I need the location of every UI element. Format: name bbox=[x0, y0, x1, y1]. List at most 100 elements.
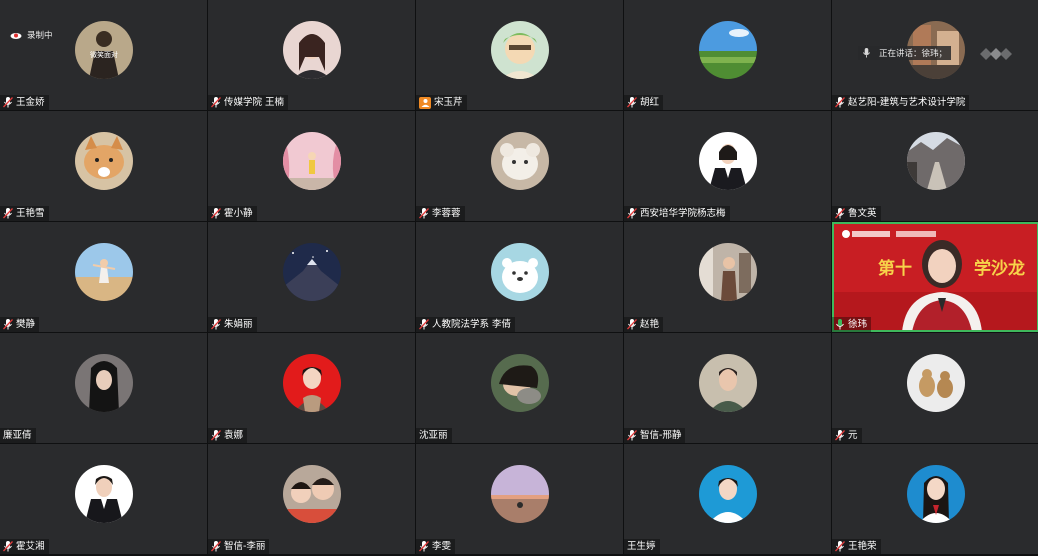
participant-tile-16[interactable]: 廉亚倩 bbox=[0, 333, 207, 443]
avatar bbox=[282, 353, 341, 412]
participant-name: 霍小静 bbox=[224, 208, 253, 219]
participant-name: 李蓉蓉 bbox=[432, 208, 461, 219]
mic-muted-icon bbox=[627, 97, 637, 108]
participant-tile-6[interactable]: 王艳雪 bbox=[0, 111, 207, 221]
participant-name-bar: 王艳雪 bbox=[0, 206, 49, 221]
participant-name: 西安培华学院杨志梅 bbox=[640, 208, 726, 219]
mic-muted-icon bbox=[627, 208, 637, 219]
participant-tile-14[interactable]: 赵艳 bbox=[624, 222, 831, 332]
participant-name: 赵艺阳-建筑与艺术设计学院 bbox=[848, 97, 966, 108]
mic-muted-icon bbox=[211, 97, 221, 108]
avatar bbox=[490, 131, 549, 190]
participant-name: 胡红 bbox=[640, 97, 660, 108]
mic-muted-icon bbox=[211, 541, 221, 552]
avatar bbox=[490, 464, 549, 523]
participant-name: 王生婷 bbox=[627, 541, 656, 552]
participant-name-bar: 霍小静 bbox=[208, 206, 257, 221]
participant-name: 智信-李丽 bbox=[224, 541, 266, 552]
mic-muted-icon bbox=[419, 319, 429, 330]
participant-name: 智信-邢静 bbox=[640, 430, 682, 441]
mic-muted-icon bbox=[627, 319, 637, 330]
participant-name-bar: 李雯 bbox=[416, 539, 456, 554]
participant-tile-9[interactable]: 西安培华学院杨志梅 bbox=[624, 111, 831, 221]
avatar: 微笑面对 bbox=[74, 20, 133, 79]
participant-name-bar: 人教院法学系 李倩 bbox=[416, 317, 516, 332]
participant-tile-17[interactable]: 袁娜 bbox=[208, 333, 415, 443]
participant-tile-15-video[interactable]: 第十 学沙龙 徐玮 bbox=[832, 222, 1038, 332]
avatar bbox=[282, 464, 341, 523]
participant-tile-8[interactable]: 李蓉蓉 bbox=[416, 111, 623, 221]
participant-name: 赵艳 bbox=[640, 319, 660, 330]
participant-name-bar: 朱娟丽 bbox=[208, 317, 257, 332]
speaking-label: 正在讲话：徐玮； bbox=[879, 49, 948, 59]
mic-muted-icon bbox=[835, 541, 845, 552]
participant-name-bar: 廉亚倩 bbox=[0, 428, 36, 443]
avatar bbox=[282, 131, 341, 190]
participant-name: 樊静 bbox=[16, 319, 36, 330]
avatar bbox=[906, 131, 965, 190]
participant-name: 人教院法学系 李倩 bbox=[432, 319, 512, 330]
participant-tile-1[interactable]: 微笑面对 王金娇 bbox=[0, 0, 207, 110]
avatar bbox=[74, 353, 133, 412]
participant-tile-12[interactable]: 朱娟丽 bbox=[208, 222, 415, 332]
mic-muted-icon bbox=[3, 97, 13, 108]
mic-muted-icon bbox=[627, 430, 637, 441]
participant-tile-3[interactable]: 宋玉芹 bbox=[416, 0, 623, 110]
mic-muted-icon bbox=[3, 319, 13, 330]
participant-tile-23[interactable]: 李雯 bbox=[416, 444, 623, 554]
avatar bbox=[282, 20, 341, 79]
participant-name: 元 bbox=[848, 430, 858, 441]
mic-muted-icon bbox=[3, 541, 13, 552]
avatar bbox=[74, 242, 133, 301]
host-icon bbox=[419, 96, 431, 109]
participant-name: 传媒学院 王楠 bbox=[224, 97, 285, 108]
avatar bbox=[74, 464, 133, 523]
participant-tile-19[interactable]: 智信-邢静 bbox=[624, 333, 831, 443]
participant-name: 霍艾湘 bbox=[16, 541, 45, 552]
participant-grid: 微笑面对 王金娇 传媒学院 王楠 宋玉芹 胡红 赵艺阳-建筑与艺术设计学院 王艳… bbox=[0, 0, 1038, 556]
avatar bbox=[490, 20, 549, 79]
mic-muted-icon bbox=[835, 97, 845, 108]
participant-name-bar: 鲁文英 bbox=[832, 206, 881, 221]
participant-name-bar: 智信-邢静 bbox=[624, 428, 686, 443]
mic-muted-icon bbox=[211, 208, 221, 219]
avatar bbox=[698, 20, 757, 79]
mic-muted-icon bbox=[211, 319, 221, 330]
recording-indicator[interactable]: 录制中 bbox=[10, 29, 53, 41]
participant-tile-20[interactable]: 元 bbox=[832, 333, 1038, 443]
participant-name-bar: 王金娇 bbox=[0, 95, 49, 110]
avatar bbox=[906, 353, 965, 412]
participant-tile-24[interactable]: 王生婷 bbox=[624, 444, 831, 554]
participant-tile-13[interactable]: 人教院法学系 李倩 bbox=[416, 222, 623, 332]
participant-name-bar: 李蓉蓉 bbox=[416, 206, 465, 221]
participant-tile-7[interactable]: 霍小静 bbox=[208, 111, 415, 221]
participant-tile-21[interactable]: 霍艾湘 bbox=[0, 444, 207, 554]
participant-tile-25[interactable]: 王艳荣 bbox=[832, 444, 1038, 554]
app-logo-icon bbox=[980, 46, 1012, 65]
mic-muted-icon bbox=[835, 430, 845, 441]
avatar bbox=[698, 242, 757, 301]
recording-cloud-icon bbox=[10, 33, 22, 39]
participant-tile-4[interactable]: 胡红 bbox=[624, 0, 831, 110]
avatar bbox=[490, 242, 549, 301]
banner-text-right: 学沙龙 bbox=[974, 258, 1025, 279]
participant-name-bar: 元 bbox=[832, 428, 862, 443]
recording-label: 录制中 bbox=[27, 31, 53, 41]
participant-name-bar: 传媒学院 王楠 bbox=[208, 95, 289, 110]
participant-tile-22[interactable]: 智信-李丽 bbox=[208, 444, 415, 554]
participant-tile-11[interactable]: 樊静 bbox=[0, 222, 207, 332]
participant-tile-18[interactable]: 沈亚丽 bbox=[416, 333, 623, 443]
participant-name-bar: 樊静 bbox=[0, 317, 40, 332]
avatar bbox=[698, 464, 757, 523]
participant-tile-10[interactable]: 鲁文英 bbox=[832, 111, 1038, 221]
participant-name: 沈亚丽 bbox=[419, 430, 448, 441]
mic-muted-icon bbox=[419, 541, 429, 552]
participant-name: 王艳荣 bbox=[848, 541, 877, 552]
participant-name-bar: 徐玮 bbox=[832, 317, 872, 332]
participant-tile-2[interactable]: 传媒学院 王楠 bbox=[208, 0, 415, 110]
speaking-indicator: 正在讲话：徐玮； bbox=[858, 46, 952, 60]
participant-name-bar: 袁娜 bbox=[208, 428, 248, 443]
participant-name: 鲁文英 bbox=[848, 208, 877, 219]
banner-text-left: 第十 bbox=[878, 258, 912, 279]
participant-name: 李雯 bbox=[432, 541, 452, 552]
